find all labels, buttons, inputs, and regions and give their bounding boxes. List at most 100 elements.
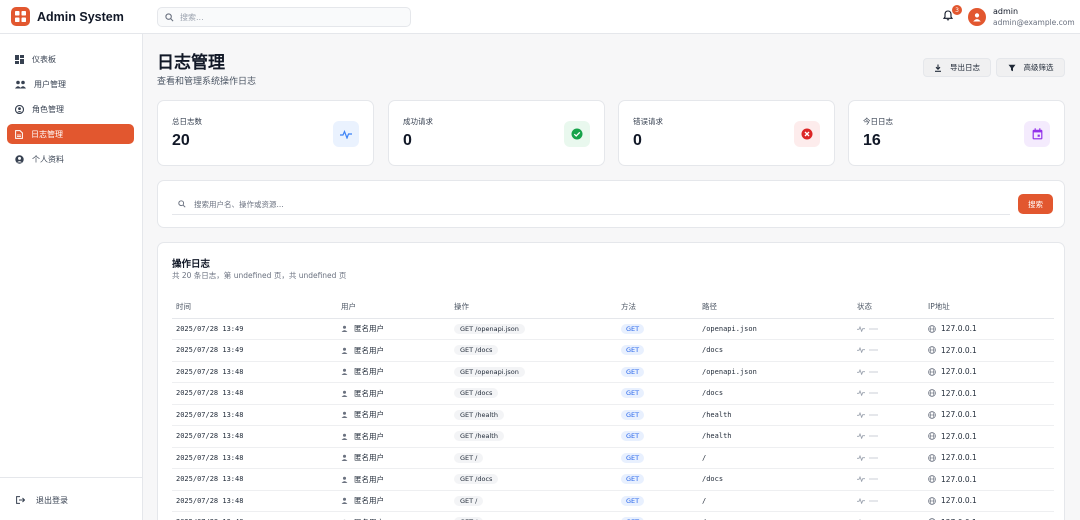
log-ip: 127.0.0.1 bbox=[941, 388, 977, 398]
advanced-filter-button[interactable]: 高级筛选 bbox=[996, 58, 1065, 77]
status-placeholder bbox=[869, 456, 878, 459]
role-icon bbox=[15, 104, 24, 114]
log-time: 2025/07/28 13:48 bbox=[172, 447, 337, 469]
log-status-cell bbox=[853, 490, 924, 512]
user-email: admin@example.com bbox=[993, 18, 1075, 27]
log-status-cell bbox=[853, 425, 924, 448]
log-time: 2025/07/28 13:48 bbox=[172, 361, 337, 383]
log-status-cell bbox=[853, 318, 924, 340]
sidebar: 仪表板 用户管理 角色管理 日志管理 个人资料 退出登录 bbox=[0, 34, 143, 520]
search-icon bbox=[178, 200, 186, 208]
log-table-body: 2025/07/28 13:49 匿名用户 GET /openapi.json … bbox=[172, 318, 1054, 520]
user-info[interactable]: admin admin@example.com bbox=[993, 6, 1075, 28]
table-row[interactable]: 2025/07/28 13:48 匿名用户 GET / GET / 127.0.… bbox=[172, 447, 1054, 469]
log-table-title: 操作日志 bbox=[172, 259, 211, 270]
log-ip-cell: 127.0.0.1 bbox=[924, 447, 1054, 469]
table-row[interactable]: 2025/07/28 13:48 匿名用户 GET / GET / 127.0.… bbox=[172, 490, 1054, 512]
log-time: 2025/07/28 13:48 bbox=[172, 404, 337, 426]
log-action-cell: GET / bbox=[450, 490, 617, 512]
table-row[interactable]: 2025/07/28 13:48 匿名用户 GET /health GET /h… bbox=[172, 425, 1054, 448]
user-avatar[interactable] bbox=[968, 8, 986, 26]
log-time: 2025/07/28 13:48 bbox=[172, 490, 337, 512]
log-table-card: 操作日志 共 20 条日志，第 undefined 页，共 undefined … bbox=[157, 242, 1065, 520]
log-user-cell: 匿名用户 bbox=[337, 425, 450, 448]
log-action-cell: GET /openapi.json bbox=[450, 318, 617, 340]
column-header-user[interactable]: 用户 bbox=[337, 295, 450, 319]
log-method: GET bbox=[621, 452, 645, 463]
log-status-cell bbox=[853, 382, 924, 405]
table-row[interactable]: 2025/07/28 13:48 匿名用户 GET /health GET /h… bbox=[172, 404, 1054, 426]
sidebar-divider bbox=[0, 477, 143, 478]
activity-icon bbox=[857, 368, 865, 375]
user-icon bbox=[341, 368, 348, 376]
log-search-field[interactable] bbox=[172, 194, 1010, 215]
log-user-cell: 匿名用户 bbox=[337, 447, 450, 469]
stat-value: 20 bbox=[172, 132, 190, 149]
log-action-cell: GET /docs bbox=[450, 382, 617, 405]
log-time: 2025/07/28 13:48 bbox=[172, 425, 337, 448]
global-search[interactable] bbox=[157, 7, 411, 27]
log-path: /docs bbox=[698, 468, 853, 491]
app-name: Admin System bbox=[37, 9, 124, 24]
status-placeholder bbox=[869, 349, 878, 352]
sidebar-item-logs[interactable]: 日志管理 bbox=[7, 124, 134, 144]
globe-icon bbox=[928, 367, 936, 376]
sidebar-item-profile[interactable]: 个人资料 bbox=[7, 149, 134, 169]
log-method-cell: GET bbox=[617, 382, 698, 405]
sidebar-item-users[interactable]: 用户管理 bbox=[7, 74, 134, 94]
log-search-input[interactable] bbox=[194, 199, 894, 209]
column-header-path[interactable]: 路径 bbox=[698, 295, 853, 319]
log-time: 2025/07/28 13:48 bbox=[172, 468, 337, 491]
notifications-button[interactable]: 3 bbox=[942, 5, 962, 24]
table-row[interactable]: 2025/07/28 13:49 匿名用户 GET /openapi.json … bbox=[172, 318, 1054, 340]
app-logo-icon bbox=[11, 7, 30, 26]
status-placeholder bbox=[869, 435, 878, 438]
log-ip-cell: 127.0.0.1 bbox=[924, 511, 1054, 520]
stat-label: 今日日志 bbox=[863, 117, 893, 126]
brand[interactable]: Admin System bbox=[11, 7, 124, 26]
column-header-time[interactable]: 时间 bbox=[172, 295, 337, 319]
stat-value: 16 bbox=[863, 132, 881, 149]
globe-icon bbox=[928, 389, 936, 398]
globe-icon bbox=[928, 453, 936, 462]
sidebar-item-roles[interactable]: 角色管理 bbox=[7, 99, 134, 119]
search-button[interactable]: 搜索 bbox=[1018, 194, 1053, 214]
column-header-action[interactable]: 操作 bbox=[450, 295, 617, 319]
user-icon bbox=[973, 13, 981, 22]
log-method: GET bbox=[621, 431, 645, 442]
log-table: 时间 用户 操作 方法 路径 状态 IP地址 2025/07/28 13:49 … bbox=[172, 295, 1054, 520]
log-user: 匿名用户 bbox=[354, 324, 384, 334]
log-search-card: 搜索 bbox=[157, 180, 1065, 228]
column-header-ip[interactable]: IP地址 bbox=[924, 295, 1054, 319]
table-row[interactable]: 2025/07/28 13:48 匿名用户 GET /docs GET /doc… bbox=[172, 382, 1054, 405]
table-row[interactable]: 2025/07/28 13:48 匿名用户 GET /openapi.json … bbox=[172, 361, 1054, 383]
table-row[interactable]: 2025/07/28 13:48 匿名用户 GET / GET / 127.0.… bbox=[172, 511, 1054, 520]
log-path: / bbox=[698, 511, 853, 520]
status-placeholder bbox=[869, 327, 878, 330]
log-user: 匿名用户 bbox=[354, 453, 384, 463]
column-header-method[interactable]: 方法 bbox=[617, 295, 698, 319]
sidebar-item-dashboard[interactable]: 仪表板 bbox=[7, 49, 134, 69]
activity-icon bbox=[857, 325, 865, 332]
log-time: 2025/07/28 13:48 bbox=[172, 382, 337, 405]
status-placeholder bbox=[869, 499, 878, 502]
log-status-cell bbox=[853, 339, 924, 362]
stat-label: 总日志数 bbox=[172, 117, 202, 126]
log-time: 2025/07/28 13:49 bbox=[172, 318, 337, 340]
log-status-cell bbox=[853, 447, 924, 469]
activity-icon bbox=[857, 411, 865, 418]
column-header-status[interactable]: 状态 bbox=[853, 295, 924, 319]
table-row[interactable]: 2025/07/28 13:49 匿名用户 GET /docs GET /doc… bbox=[172, 339, 1054, 362]
table-header-row: 时间 用户 操作 方法 路径 状态 IP地址 bbox=[172, 295, 1054, 319]
global-search-input[interactable] bbox=[180, 12, 380, 22]
log-path: /health bbox=[698, 404, 853, 426]
user-icon bbox=[341, 497, 348, 505]
log-ip: 127.0.0.1 bbox=[941, 367, 977, 377]
logout-button[interactable]: 退出登录 bbox=[7, 490, 134, 510]
log-path: / bbox=[698, 447, 853, 469]
log-user: 匿名用户 bbox=[354, 410, 384, 420]
export-logs-button[interactable]: 导出日志 bbox=[923, 58, 991, 77]
log-user-cell: 匿名用户 bbox=[337, 404, 450, 426]
log-method: GET bbox=[621, 323, 645, 334]
table-row[interactable]: 2025/07/28 13:48 匿名用户 GET /docs GET /doc… bbox=[172, 468, 1054, 491]
